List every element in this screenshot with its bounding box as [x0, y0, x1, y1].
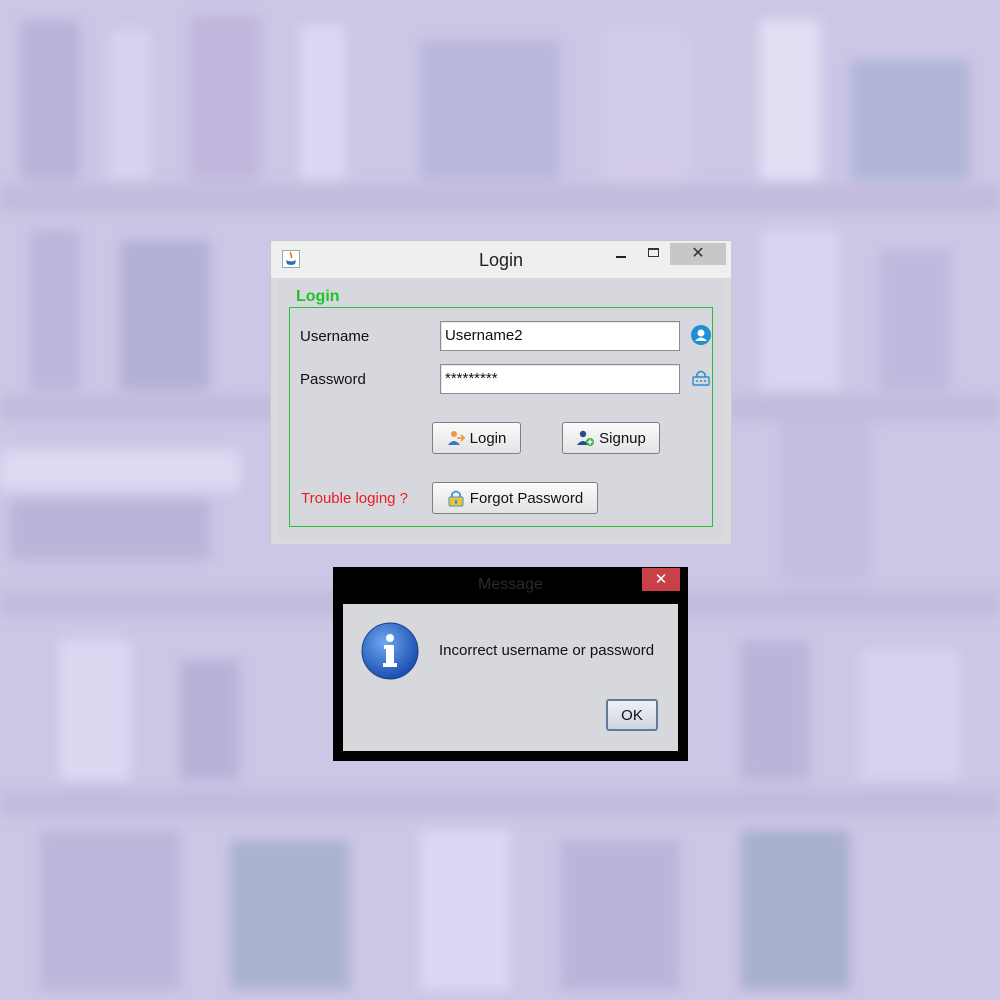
message-text: Incorrect username or password	[439, 642, 655, 659]
login-titlebar[interactable]: Login ✕	[271, 241, 731, 278]
info-icon	[361, 622, 419, 680]
group-title: Login	[296, 288, 340, 305]
signup-button[interactable]: Signup	[562, 422, 660, 454]
signup-button-label: Signup	[599, 429, 646, 447]
login-window: Login ✕ Login Username Username2 Passwor…	[270, 240, 732, 545]
forgot-password-label: Forgot Password	[469, 489, 584, 507]
message-close-button[interactable]: ✕	[642, 568, 680, 591]
message-content: Incorrect username or password OK	[343, 604, 678, 751]
user-icon	[690, 324, 712, 346]
message-title: Message	[478, 576, 543, 593]
minimize-button[interactable]	[609, 243, 633, 265]
add-user-icon	[577, 430, 595, 446]
close-button[interactable]: ✕	[670, 243, 726, 265]
login-content: Login Username Username2 Password ******…	[278, 278, 724, 538]
login-button[interactable]: Login	[432, 422, 521, 454]
password-field[interactable]: *********	[440, 364, 680, 394]
username-label: Username	[300, 328, 370, 345]
username-field[interactable]: Username2	[440, 321, 680, 351]
maximize-icon	[648, 248, 659, 257]
lock-icon	[690, 367, 712, 389]
forgot-lock-icon	[448, 490, 464, 507]
login-icon	[447, 431, 465, 445]
maximize-button[interactable]	[643, 243, 665, 265]
forgot-password-button[interactable]: Forgot Password	[432, 482, 598, 514]
minimize-icon	[616, 256, 626, 258]
trouble-text: Trouble loging ?	[301, 490, 409, 507]
password-label: Password	[300, 371, 366, 388]
ok-button[interactable]: OK	[606, 699, 658, 731]
login-group-box: Username Username2 Password ********* Lo…	[289, 307, 713, 527]
message-dialog: Message ✕ Incorrect username or password…	[333, 567, 688, 761]
login-button-label: Login	[469, 429, 507, 447]
